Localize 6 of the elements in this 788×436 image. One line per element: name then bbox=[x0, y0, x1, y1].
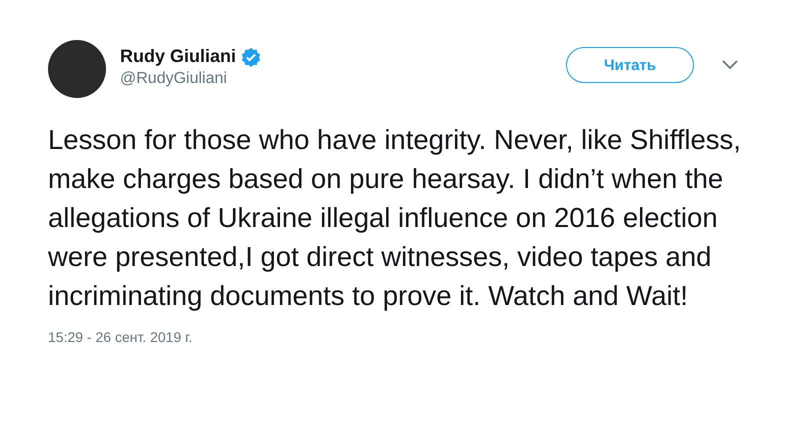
author-handle[interactable]: @RudyGiuliani bbox=[120, 70, 566, 88]
author-name[interactable]: Rudy Giuliani bbox=[120, 46, 236, 67]
tweet-text: Lesson for those who have integrity. Never, like Shiffless, make charges based on pure hearsay. I didn’t when the allegations of Ukraine illegal influence on 2016 election were presented,I got direct witnesses, video tapes and incriminating documents to prove it. Watch and Wait! bbox=[48, 123, 742, 313]
chevron-down-icon[interactable] bbox=[722, 60, 738, 70]
follow-button[interactable]: Читать bbox=[566, 47, 694, 83]
timestamp[interactable]: 15:29 - 26 сент. 2019 г. bbox=[48, 329, 192, 345]
